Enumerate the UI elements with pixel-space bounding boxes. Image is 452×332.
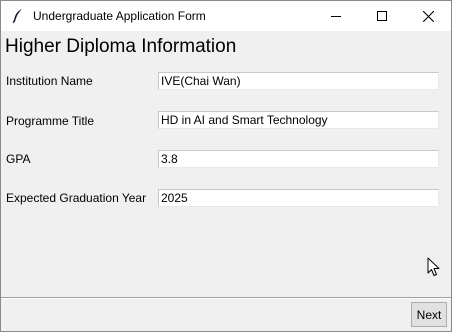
expected-graduation-year-label: Expected Graduation Year [6,191,147,205]
footer-divider [1,297,451,299]
application-window: Undergraduate Application Form Higher Di… [0,0,452,332]
next-button[interactable]: Next [411,302,447,327]
window-title: Undergraduate Application Form [33,9,206,23]
feather-icon [11,8,25,24]
expected-graduation-year-input[interactable] [158,189,439,207]
programme-title-label: Programme Title [6,114,95,128]
window-controls [313,1,451,31]
close-icon [422,10,434,22]
minimize-icon [331,16,341,17]
mouse-cursor-icon [427,257,440,276]
gpa-input[interactable] [158,150,439,168]
programme-title-input[interactable] [158,111,439,129]
gpa-label: GPA [6,152,31,166]
minimize-button[interactable] [313,1,359,31]
maximize-icon [377,11,387,21]
institution-name-label: Institution Name [6,74,93,88]
institution-name-input[interactable] [158,72,439,90]
maximize-button[interactable] [359,1,405,31]
close-button[interactable] [405,1,451,31]
section-heading: Higher Diploma Information [5,36,237,57]
title-bar[interactable]: Undergraduate Application Form [1,1,451,31]
